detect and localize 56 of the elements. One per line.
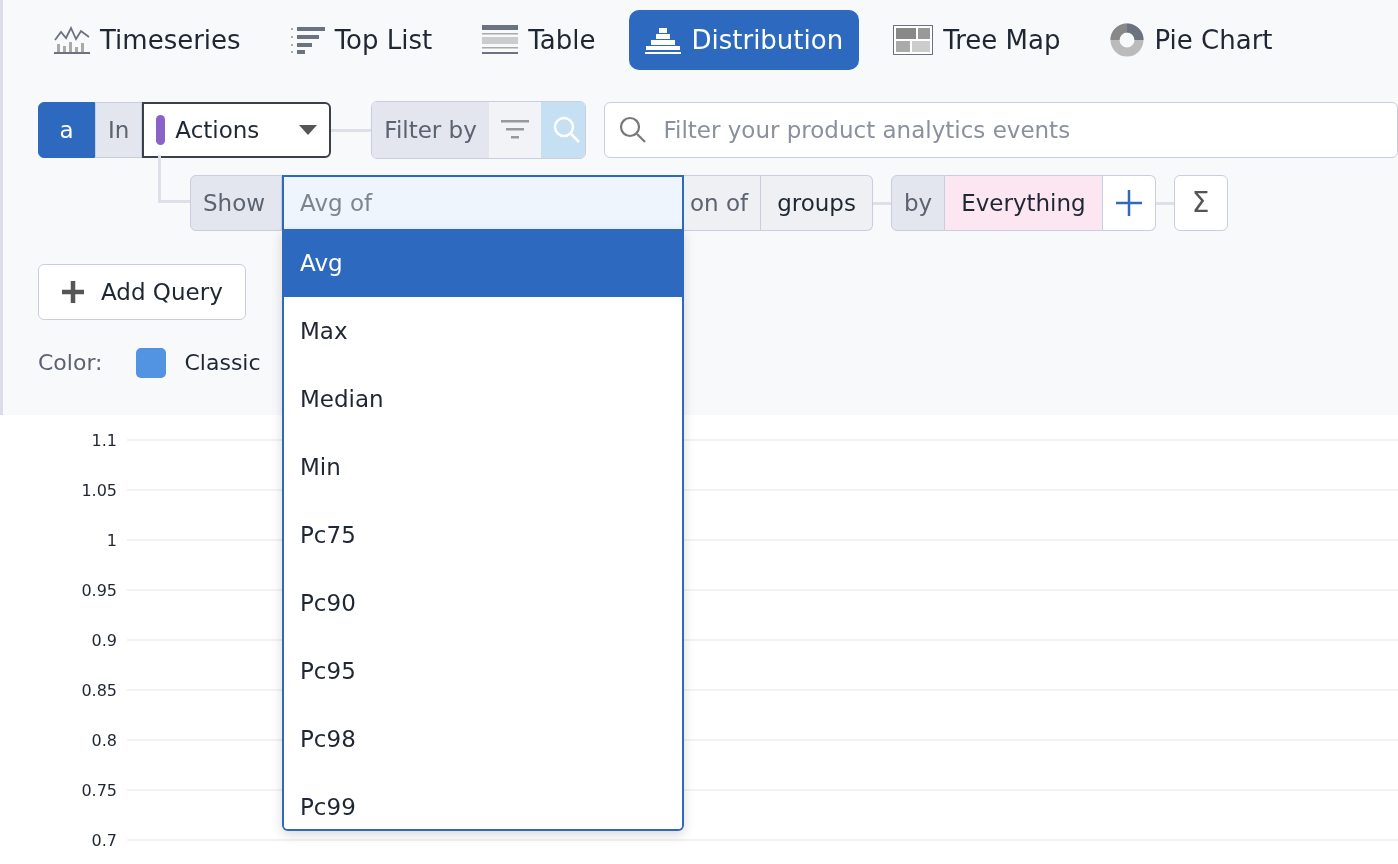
group-by-value[interactable]: Everything xyxy=(945,175,1103,231)
dropdown-option[interactable]: Pc98 xyxy=(284,705,682,773)
show-label: Show xyxy=(190,175,282,231)
donut-chart-icon xyxy=(1110,23,1145,57)
caret-icon xyxy=(298,125,317,135)
visualization-tab[interactable]: Top List xyxy=(274,10,449,70)
source-label: In xyxy=(94,102,143,158)
axis-label: 0.7 xyxy=(91,831,117,850)
table-icon xyxy=(482,25,519,55)
dropdown-option[interactable]: Median xyxy=(284,365,682,433)
dropdown-option[interactable]: Min xyxy=(284,433,682,501)
measure-label: on of xyxy=(684,175,762,231)
dropdown-option[interactable]: Max xyxy=(284,297,682,365)
by-label: by xyxy=(890,175,946,231)
visualization-tab[interactable]: Table xyxy=(466,10,612,70)
axis-label: 0.8 xyxy=(91,731,117,750)
visualization-tab[interactable]: Pie Chart xyxy=(1094,10,1289,70)
filter-button[interactable] xyxy=(488,102,541,158)
axis-label: 0.95 xyxy=(81,581,117,600)
dropdown-option[interactable]: Pc90 xyxy=(284,569,682,637)
target-value[interactable]: groups xyxy=(761,175,873,231)
dropdown-option[interactable]: Avg xyxy=(284,229,682,297)
plus-icon xyxy=(1114,189,1143,217)
dropdown-option[interactable]: Pc75 xyxy=(284,501,682,569)
axis-label: 0.85 xyxy=(81,681,117,700)
axis-label: 0.75 xyxy=(81,781,117,800)
color-swatch[interactable] xyxy=(136,347,167,378)
sum-button[interactable]: Σ xyxy=(1173,175,1228,231)
axis-label: 1 xyxy=(106,531,117,550)
dropdown-option[interactable]: Pc95 xyxy=(284,637,682,705)
search-icon xyxy=(619,116,648,144)
search-field[interactable]: Filter your product analytics events xyxy=(604,102,1398,158)
tree-map-icon xyxy=(893,25,934,55)
bar-list-icon xyxy=(290,26,325,54)
search-input[interactable]: Filter your product analytics events xyxy=(661,111,1383,149)
add-query-button[interactable]: Add Query xyxy=(38,264,246,320)
axis-label: 1.05 xyxy=(81,481,117,500)
filter-icon xyxy=(500,118,529,142)
line-chart-icon xyxy=(54,26,90,54)
visualization-tab[interactable]: Timeseries xyxy=(38,10,257,70)
filter-label: Filter by xyxy=(372,102,489,158)
axis-label: 1.1 xyxy=(91,431,117,450)
axis-label: 0.9 xyxy=(91,631,117,650)
source-dropdown[interactable]: Actions xyxy=(142,102,331,158)
aggregation-input[interactable]: Avg of xyxy=(282,175,684,231)
dropdown-option[interactable]: Pc99 xyxy=(284,773,682,829)
color-label: Color: xyxy=(38,349,103,377)
visualization-tab[interactable]: Tree Map xyxy=(877,10,1077,70)
plus-icon xyxy=(61,280,85,304)
histogram-icon xyxy=(645,26,682,54)
color-marker-icon xyxy=(156,115,166,145)
visualization-tab[interactable]: Distribution xyxy=(629,10,860,70)
palette-name[interactable]: Classic xyxy=(184,346,261,379)
search-icon xyxy=(552,116,581,144)
add-group-button[interactable] xyxy=(1102,175,1156,231)
query-letter: a xyxy=(38,102,95,158)
